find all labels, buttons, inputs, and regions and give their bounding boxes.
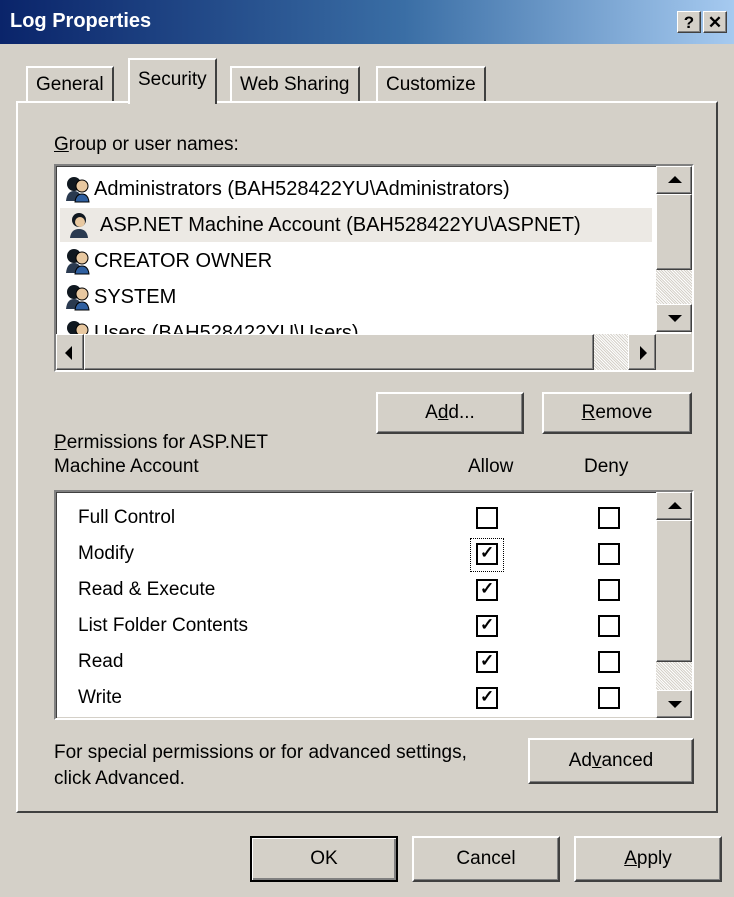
group-user-names-label: Group or user names: [54, 134, 239, 155]
user-name: ASP.NET Machine Account (BAH528422YU\ASP… [100, 214, 581, 236]
advanced-note-line2: click Advanced. [54, 768, 185, 789]
permission-row: Modify [78, 536, 134, 572]
scroll-down-button[interactable] [656, 304, 692, 332]
arrow-up-icon [668, 502, 682, 509]
arrow-up-icon [668, 176, 682, 183]
title-bar[interactable]: Log Properties ? ✕ [0, 0, 734, 44]
deny-read-checkbox[interactable] [598, 651, 620, 673]
allow-column-header: Allow [468, 456, 514, 477]
user-list-vertical-scrollbar[interactable] [656, 166, 692, 332]
close-button[interactable]: ✕ [703, 11, 727, 33]
arrow-left-icon [65, 346, 72, 360]
scroll-right-button[interactable] [628, 334, 656, 370]
allow-read-execute-checkbox[interactable]: ✓ [476, 579, 498, 601]
arrow-down-icon [668, 315, 682, 322]
scroll-thumb[interactable] [656, 194, 692, 270]
check-icon: ✓ [480, 615, 495, 634]
permission-name: Read [78, 651, 124, 672]
user-icon [70, 213, 88, 238]
user-name: Administrators (BAH528422YU\Administrato… [94, 178, 510, 200]
permission-name: Write [78, 687, 122, 708]
deny-modify-checkbox[interactable] [598, 543, 620, 565]
permission-row: List Folder Contents [78, 608, 248, 644]
users-group-icon [66, 177, 90, 203]
ok-button[interactable]: OK [250, 836, 398, 882]
permission-row: Read [78, 644, 123, 680]
permissions-label-line2: Machine Account [54, 456, 199, 477]
user-list[interactable]: Administrators (BAH528422YU\Administrato… [54, 164, 694, 372]
allow-read-checkbox[interactable]: ✓ [476, 651, 498, 673]
users-group-icon [66, 249, 90, 275]
check-icon: ✓ [480, 687, 495, 706]
deny-column-header: Deny [584, 456, 629, 477]
user-list-horizontal-scrollbar[interactable] [56, 334, 656, 370]
deny-write-checkbox[interactable] [598, 687, 620, 709]
check-icon: ✓ [480, 543, 495, 562]
arrow-down-icon [668, 701, 682, 708]
scroll-up-button[interactable] [656, 492, 692, 520]
tab-security[interactable]: Security [128, 58, 217, 104]
allow-full-control-checkbox[interactable] [476, 507, 498, 529]
permissions-list[interactable]: Full Control Modify Read & Execute List … [54, 490, 694, 720]
check-icon: ✓ [480, 579, 495, 598]
allow-modify-checkbox[interactable]: ✓ [476, 543, 498, 565]
permission-row: Full Control [78, 500, 175, 536]
tab-general[interactable]: General [26, 66, 114, 101]
help-button[interactable]: ? [677, 11, 701, 33]
allow-write-checkbox[interactable]: ✓ [476, 687, 498, 709]
advanced-note-line1: For special permissions or for advanced … [54, 742, 467, 763]
remove-button[interactable]: Remove [542, 392, 692, 434]
cancel-button[interactable]: Cancel [412, 836, 560, 882]
scroll-thumb[interactable] [84, 334, 594, 370]
check-icon: ✓ [480, 651, 495, 670]
deny-read-execute-checkbox[interactable] [598, 579, 620, 601]
window-title: Log Properties [10, 10, 152, 32]
scrollbar-corner [656, 334, 692, 370]
users-group-icon [66, 285, 90, 311]
permission-name: Full Control [78, 507, 176, 528]
permissions-vertical-scrollbar[interactable] [656, 492, 692, 718]
list-item[interactable]: ASP.NET Machine Account (BAH528422YU\ASP… [60, 208, 652, 242]
advanced-button[interactable]: Advanced [528, 738, 694, 784]
permission-name: Modify [78, 543, 134, 564]
deny-list-folder-contents-checkbox[interactable] [598, 615, 620, 637]
tab-customize[interactable]: Customize [376, 66, 486, 101]
deny-full-control-checkbox[interactable] [598, 507, 620, 529]
allow-list-folder-contents-checkbox[interactable]: ✓ [476, 615, 498, 637]
tab-web-sharing[interactable]: Web Sharing [230, 66, 360, 101]
arrow-right-icon [640, 346, 647, 360]
add-button[interactable]: Add... [376, 392, 524, 434]
scroll-left-button[interactable] [56, 334, 84, 370]
permission-name: List Folder Contents [78, 615, 249, 636]
scroll-thumb[interactable] [656, 520, 692, 662]
permissions-label-line1: Permissions for ASP.NET [54, 432, 269, 453]
permission-row: Read & Execute [78, 572, 215, 608]
scroll-up-button[interactable] [656, 166, 692, 194]
permission-row: Write [78, 680, 122, 716]
apply-button[interactable]: Apply [574, 836, 722, 882]
user-name: SYSTEM [94, 286, 177, 308]
scroll-down-button[interactable] [656, 690, 692, 718]
permission-name: Read & Execute [78, 579, 216, 600]
user-name: CREATOR OWNER [94, 250, 273, 272]
log-properties-dialog: Log Properties ? ✕ General Security Web … [0, 0, 734, 897]
